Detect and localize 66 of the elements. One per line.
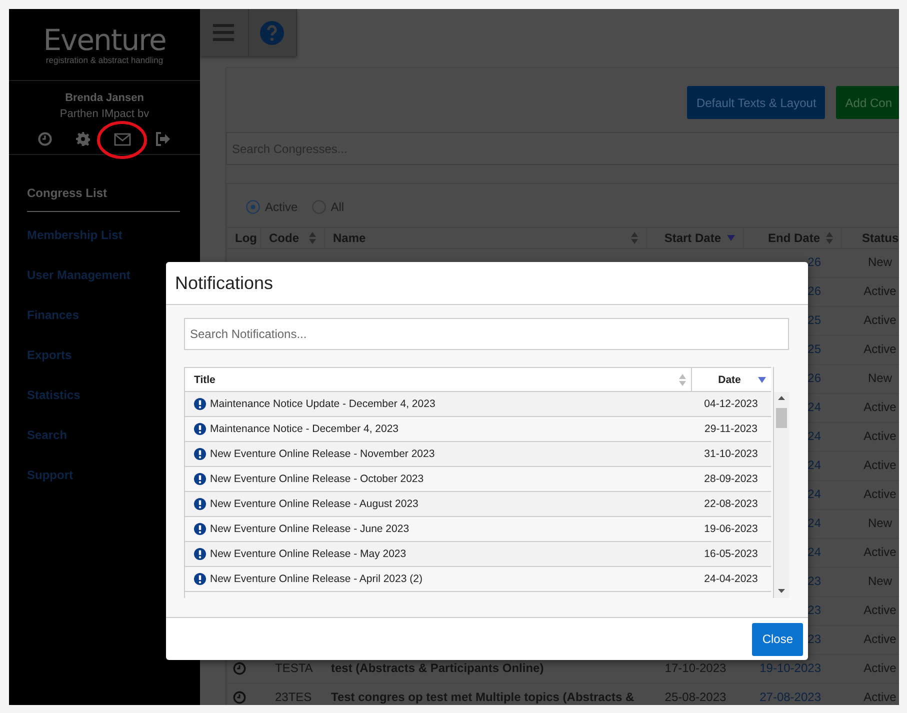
logo-tagline: registration & abstract handling (46, 54, 164, 64)
clock-icon[interactable] (233, 691, 246, 704)
menu-icon[interactable] (213, 24, 234, 41)
nav-item[interactable]: Membership List (27, 218, 180, 258)
dialog-title: Notifications (175, 272, 274, 294)
settings-icon[interactable] (76, 132, 90, 146)
clock-icon[interactable] (38, 132, 52, 146)
alert-icon (194, 498, 206, 510)
table-cell: 25 (808, 313, 821, 328)
sign-out-icon[interactable] (155, 132, 171, 146)
table-cell: 23 (808, 603, 821, 618)
notification-title[interactable]: New Eventure Online Release - April 2023 (2) (210, 573, 422, 585)
alert-icon (194, 573, 206, 585)
alert-icon (194, 548, 206, 560)
table-cell: 19-10-2023 (760, 661, 821, 676)
table-cell: 31-10-2023 (704, 448, 758, 460)
notification-title[interactable]: New Eventure Online Release - May 2023 (210, 548, 406, 560)
table-cell: 24 (808, 400, 821, 415)
company-name: Parthen IMpact bv (60, 107, 150, 122)
table-cell: 26 (808, 284, 821, 299)
mail-icon[interactable] (114, 132, 131, 146)
sort-icon[interactable] (679, 374, 686, 386)
logo-title: Eventure (43, 24, 166, 54)
sort-desc-icon[interactable] (758, 376, 766, 382)
table-cell: 24 (808, 545, 821, 560)
notification-title[interactable]: New Eventure Online Release - August 2023 (210, 498, 418, 510)
radio-icon[interactable] (246, 200, 260, 214)
user-name: Brenda Jansen (65, 91, 144, 106)
column-header[interactable]: Title (185, 367, 691, 392)
table-cell: 25 (808, 342, 821, 357)
table-cell: 26 (808, 255, 821, 270)
alert-icon (194, 398, 206, 410)
help-icon[interactable] (260, 20, 284, 44)
clock-icon[interactable] (233, 662, 246, 675)
table-cell: 22-08-2023 (704, 498, 758, 510)
sort-icon[interactable] (826, 232, 833, 244)
table-cell: 29-11-2023 (704, 423, 758, 435)
highlight-circle-drawing (96, 120, 148, 160)
table-cell: 24 (808, 487, 821, 502)
alert-icon (194, 473, 206, 485)
sort-icon[interactable] (309, 232, 316, 244)
table-cell: 23 (808, 632, 821, 647)
notification-title[interactable]: New Eventure Online Release - October 2023 (210, 473, 424, 485)
table-cell: 24 (808, 516, 821, 531)
table-cell: 16-05-2023 (704, 548, 758, 560)
alert-icon (194, 448, 206, 460)
action-button[interactable]: Default Texts & Layout (687, 86, 826, 119)
table-cell: 27-08-2023 (760, 690, 821, 705)
column-header[interactable]: Date (691, 367, 771, 392)
table-cell: 24 (808, 429, 821, 444)
notification-title[interactable]: Maintenance Notice - December 4, 2023 (210, 423, 399, 435)
table-cell: 04-12-2023 (704, 398, 758, 410)
table-cell: 24 (808, 458, 821, 473)
action-button[interactable]: Add Con (836, 86, 899, 119)
alert-icon (194, 423, 206, 435)
notification-title[interactable]: New Eventure Online Release - June 2023 (210, 523, 410, 535)
alert-icon (194, 523, 206, 535)
table-cell: 28-09-2023 (704, 473, 758, 485)
scrollbar[interactable] (774, 392, 789, 598)
nav-item[interactable]: Congress List (27, 177, 180, 212)
sort-icon[interactable] (631, 232, 638, 244)
table-cell: 19-06-2023 (704, 523, 758, 535)
close-button[interactable]: Close (752, 622, 803, 656)
table-cell: 23 (808, 574, 821, 589)
table-cell: 26 (808, 371, 821, 386)
table-cell: 24-04-2023 (704, 573, 758, 585)
